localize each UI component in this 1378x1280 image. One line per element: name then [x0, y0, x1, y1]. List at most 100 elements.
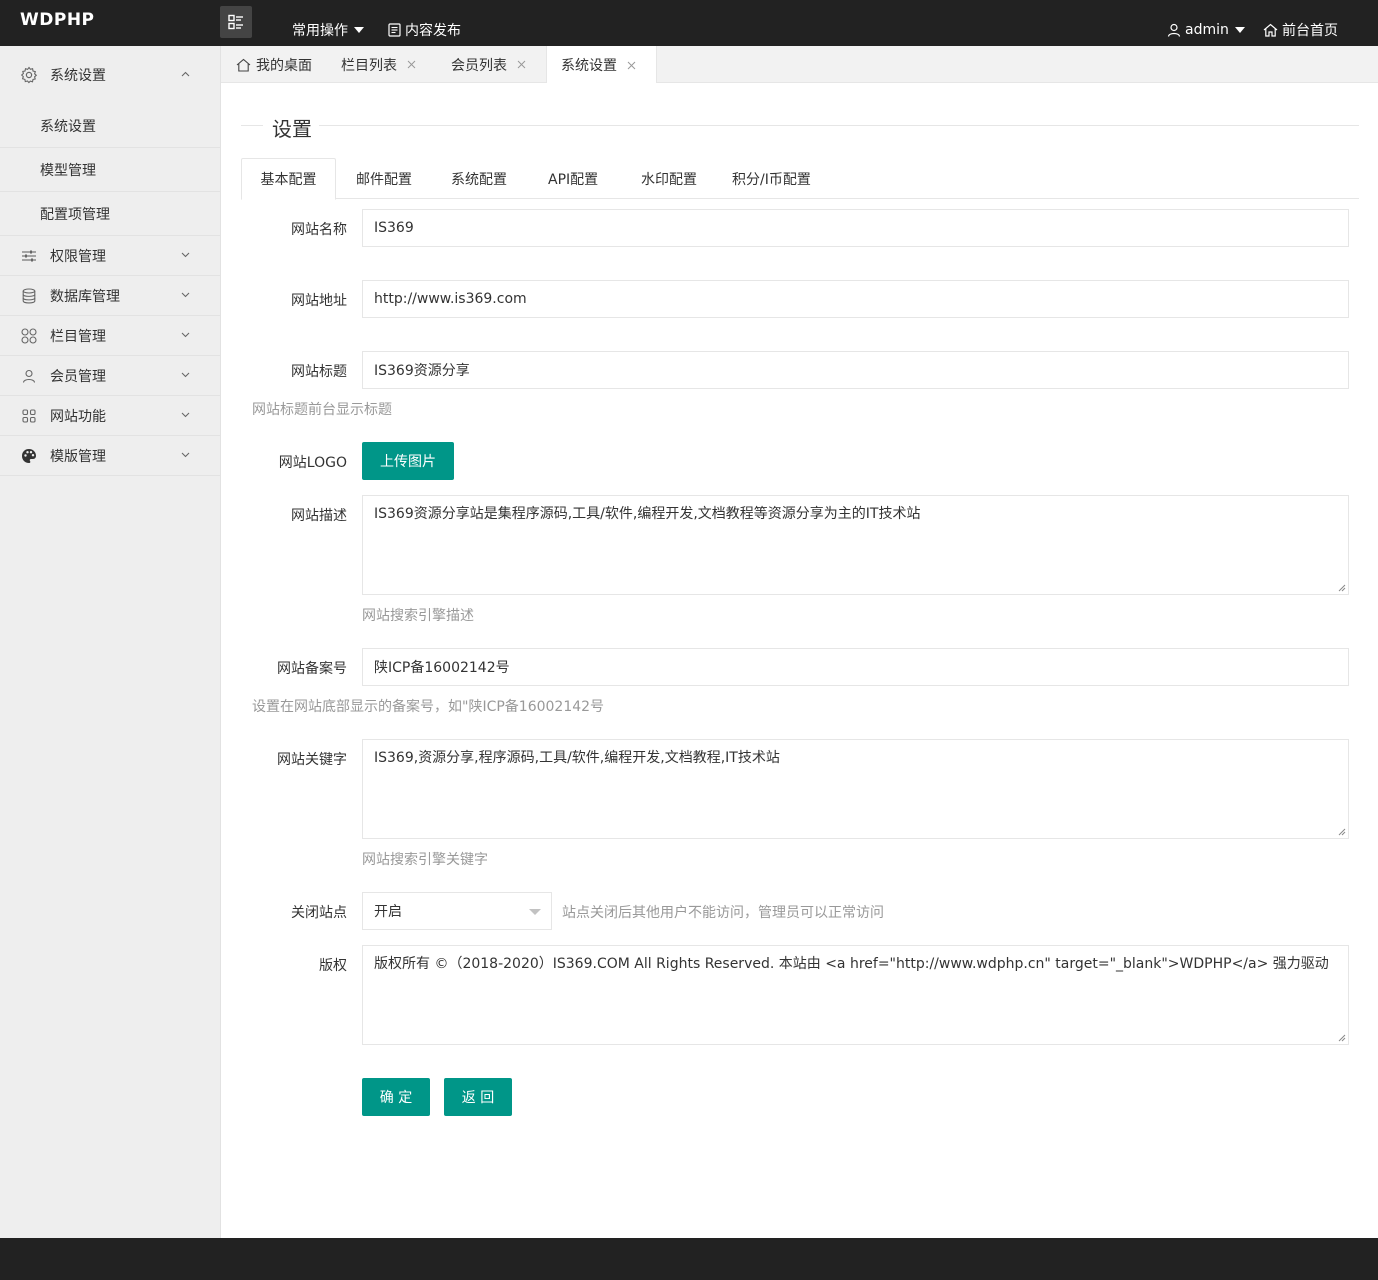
sidebar-group-label: 模版管理 [50, 448, 106, 465]
sidebar-item-model-manage[interactable]: 模型管理 [0, 148, 220, 192]
front-home-link[interactable]: 前台首页 [1263, 0, 1338, 46]
gear-icon [20, 66, 38, 84]
sidebar-item-label: 配置项管理 [40, 206, 110, 223]
sidebar-group-label: 系统设置 [50, 68, 106, 84]
chevron-down-icon [181, 252, 190, 257]
section-title: 设置 [272, 117, 312, 141]
sidebar-group-label: 网站功能 [50, 408, 106, 425]
apps-icon [20, 407, 38, 425]
caret-down-icon [1234, 27, 1245, 33]
menu-toggle-button[interactable] [220, 6, 252, 38]
tab-label: 系统设置 [561, 58, 617, 74]
submit-button[interactable]: 确 定 [362, 1078, 430, 1116]
home-icon [236, 58, 251, 72]
copyright-value: 版权所有 ©（2018-2020）IS369.COM All Rights Re… [374, 956, 1329, 972]
tab-system-config[interactable]: 系统配置 [451, 158, 507, 199]
home-icon [1263, 23, 1278, 37]
divider [319, 125, 1359, 126]
close-icon[interactable] [627, 61, 636, 70]
site-title-help: 网站标题前台显示标题 [252, 402, 392, 418]
site-desc-value: IS369资源分享站是集程序源码,工具/软件,编程开发,文档教程等资源分享为主的… [374, 506, 921, 522]
user-icon [20, 367, 38, 385]
palette-icon [20, 447, 38, 465]
site-close-label: 关闭站点 [291, 905, 347, 921]
config-tab-bar: 基本配置 邮件配置 系统配置 API配置 水印配置 积分/I币配置 [241, 158, 1359, 200]
sidebar-group-site-function[interactable]: 网站功能 [0, 396, 220, 436]
tab-label: 会员列表 [451, 57, 507, 74]
common-ops-menu[interactable]: 常用操作 [292, 0, 364, 46]
bottom-bar [0, 1238, 1378, 1280]
tab-label: 水印配置 [641, 171, 697, 188]
close-icon[interactable] [407, 60, 416, 69]
page-tab-bar: 我的桌面 栏目列表 会员列表 系统设置 [221, 46, 1378, 84]
sidebar-group-template[interactable]: 模版管理 [0, 436, 220, 476]
chevron-down-icon [181, 452, 190, 457]
chevron-up-icon [181, 71, 190, 77]
sidebar-group-system[interactable]: 系统设置 [0, 46, 220, 104]
app-logo[interactable]: WDPHP [20, 10, 95, 30]
site-icp-label: 网站备案号 [277, 661, 347, 677]
sidebar-group-column[interactable]: 栏目管理 [0, 316, 220, 356]
sidebar-item-system-settings[interactable]: 系统设置 [0, 104, 220, 148]
site-name-input[interactable]: IS369 [362, 209, 1349, 247]
divider [241, 125, 263, 126]
caret-down-icon [529, 909, 541, 915]
content-publish-label: 内容发布 [405, 23, 461, 39]
resize-handle-icon[interactable] [1338, 828, 1346, 836]
chevron-down-icon [181, 412, 190, 417]
user-name: admin [1185, 22, 1229, 38]
main-content: 设置 基本配置 邮件配置 系统配置 API配置 水印配置 积分/I币配置 网站名… [221, 83, 1378, 1238]
sidebar-group-label: 权限管理 [50, 248, 106, 265]
sidebar-group-label: 会员管理 [50, 368, 106, 385]
resize-handle-icon[interactable] [1338, 584, 1346, 592]
site-icp-help: 设置在网站底部显示的备案号，如"陕ICP备16002142号 [252, 699, 605, 715]
site-keywords-textarea[interactable]: IS369,资源分享,程序源码,工具/软件,编程开发,文档教程,IT技术站 [362, 739, 1349, 839]
site-desc-textarea[interactable]: IS369资源分享站是集程序源码,工具/软件,编程开发,文档教程等资源分享为主的… [362, 495, 1349, 595]
site-keywords-help: 网站搜索引擎关键字 [362, 852, 488, 868]
tab-my-desktop[interactable]: 我的桌面 [236, 46, 312, 83]
caret-down-icon [354, 27, 364, 33]
menu-toggle-icon [228, 14, 243, 30]
tab-system-settings[interactable]: 系统设置 [546, 46, 657, 84]
sidebar-group-permission[interactable]: 权限管理 [0, 236, 220, 276]
upload-image-button[interactable]: 上传图片 [362, 442, 454, 480]
site-close-value: 开启 [374, 904, 402, 920]
tab-basic-config[interactable]: 基本配置 [241, 158, 336, 200]
sidebar-item-config-manage[interactable]: 配置项管理 [0, 192, 220, 236]
site-url-label: 网站地址 [291, 293, 347, 309]
tab-column-list[interactable]: 栏目列表 [341, 46, 416, 83]
site-icp-input[interactable]: 陕ICP备16002142号 [362, 648, 1349, 686]
tab-mail-config[interactable]: 邮件配置 [356, 158, 412, 199]
sidebar-item-label: 模型管理 [40, 162, 96, 179]
site-close-select[interactable]: 开启 [362, 892, 552, 930]
document-icon [388, 23, 401, 37]
user-icon [1167, 23, 1181, 37]
grid-icon [20, 327, 38, 345]
tab-member-list[interactable]: 会员列表 [451, 46, 526, 83]
tab-points-config[interactable]: 积分/I币配置 [732, 158, 811, 199]
sidebar-group-label: 栏目管理 [50, 328, 106, 345]
site-desc-help: 网站搜索引擎描述 [362, 608, 474, 624]
site-url-input[interactable]: http://www.is369.com [362, 280, 1349, 318]
user-menu[interactable]: admin [1167, 0, 1245, 46]
site-title-input[interactable]: IS369资源分享 [362, 351, 1349, 389]
tab-watermark-config[interactable]: 水印配置 [641, 158, 697, 199]
back-button[interactable]: 返 回 [444, 1078, 512, 1116]
close-icon[interactable] [517, 60, 526, 69]
site-keywords-value: IS369,资源分享,程序源码,工具/软件,编程开发,文档教程,IT技术站 [374, 750, 780, 766]
sidebar-group-member[interactable]: 会员管理 [0, 356, 220, 396]
site-keywords-label: 网站关键字 [277, 752, 347, 768]
sliders-icon [20, 247, 38, 265]
sidebar-group-database[interactable]: 数据库管理 [0, 276, 220, 316]
copyright-label: 版权 [319, 958, 347, 974]
resize-handle-icon[interactable] [1338, 1034, 1346, 1042]
chevron-down-icon [181, 332, 190, 337]
top-header: WDPHP 常用操作 内容发布 admin 前台首页 [0, 0, 1378, 46]
tab-api-config[interactable]: API配置 [548, 158, 598, 199]
site-title-label: 网站标题 [291, 364, 347, 380]
copyright-textarea[interactable]: 版权所有 ©（2018-2020）IS369.COM All Rights Re… [362, 945, 1349, 1045]
chevron-down-icon [181, 372, 190, 377]
content-publish-link[interactable]: 内容发布 [388, 0, 461, 46]
tab-label: 我的桌面 [256, 57, 312, 74]
site-logo-label: 网站LOGO [278, 455, 347, 471]
